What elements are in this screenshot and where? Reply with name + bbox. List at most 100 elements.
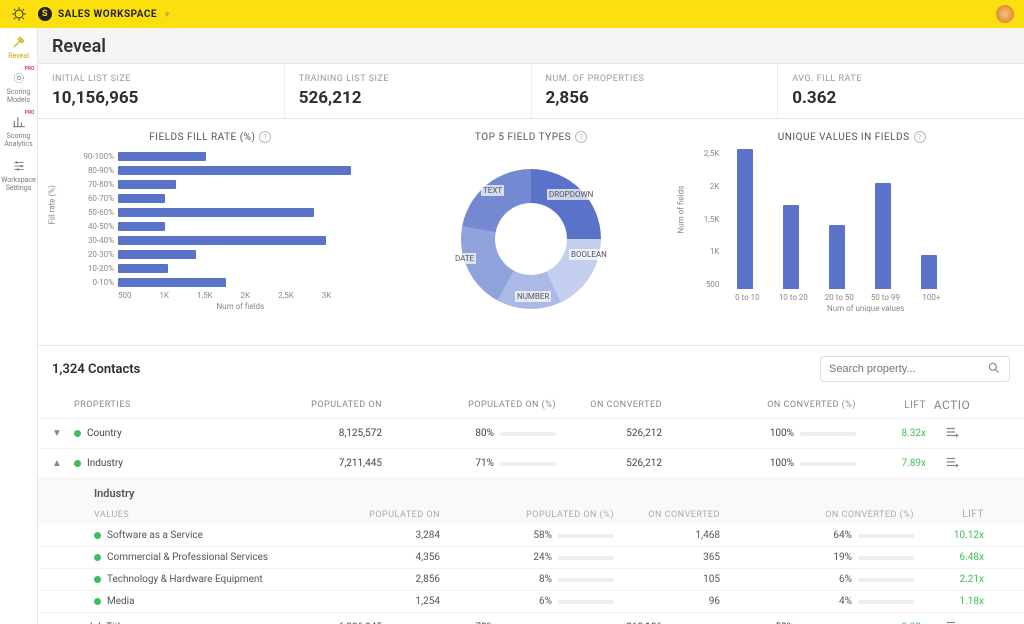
pct-cell: 24% (462, 552, 622, 563)
bar (118, 222, 165, 231)
bar (118, 250, 196, 259)
pct-cell: 100% (684, 428, 864, 439)
value-name: Technology & Hardware Equipment (94, 574, 332, 585)
nav-workspace-settings[interactable]: Workspace Settings (1, 158, 37, 192)
col-header: LIFT (922, 509, 984, 520)
lift-value: 2.21x (922, 574, 984, 585)
nav-label: Reveal (8, 52, 29, 60)
kpi-row: INITIAL LIST SIZE 10,156,965 TRAINING LI… (38, 63, 1024, 119)
y-tick-label: 1,5K (695, 215, 719, 224)
chart-title: FIELDS FILL RATE (%) (149, 132, 255, 143)
value-name: Software as a Service (94, 530, 332, 541)
bar (118, 152, 206, 161)
slice-label: BOOLEAN (569, 249, 609, 260)
chart-field-types: TOP 5 FIELD TYPES? TEXT DROPDOWN BOOLEAN… (371, 127, 692, 333)
bar (118, 194, 165, 203)
table-row[interactable]: ▼ Country 8,125,572 80% 526,212 100% 8.3… (38, 419, 1024, 449)
search-input-wrap[interactable] (820, 356, 1010, 382)
on-converted: 1,468 (622, 530, 742, 541)
row-action-icon[interactable] (926, 425, 978, 442)
nav-reveal[interactable]: Reveal (1, 34, 37, 60)
y-tick-label: 50-60% (66, 208, 114, 217)
help-icon[interactable]: ? (914, 131, 926, 143)
status-dot-icon (94, 532, 101, 539)
col-header: POPULATED ON (%) (462, 510, 622, 520)
charts-row: FIELDS FILL RATE (%)? Fill rate (%) 90-1… (38, 119, 1024, 346)
kpi-label: AVG. FILL RATE (792, 74, 1010, 84)
pro-badge: PRO (25, 66, 35, 72)
properties-table: 1,324 Contacts PROPERTIES POPULATED ON P… (38, 346, 1024, 624)
sub-table-row: Media 1,254 6% 96 4% 1.18x (38, 591, 1024, 613)
status-dot-icon (74, 430, 81, 437)
wand-icon (11, 34, 27, 50)
pct-cell: 19% (742, 552, 922, 563)
left-nav: Reveal PRO Scoring Models PRO Scoring An… (0, 28, 38, 624)
x-tick-label: 2,5K (278, 291, 294, 300)
status-dot-icon (94, 554, 101, 561)
main-content: Reveal INITIAL LIST SIZE 10,156,965 TRAI… (38, 28, 1024, 624)
pct-cell: 58% (462, 530, 622, 541)
kpi-label: TRAINING LIST SIZE (299, 74, 517, 84)
x-tick-label: 0 to 10 (727, 293, 767, 302)
search-icon (987, 361, 1001, 378)
y-tick-label: 500 (695, 280, 719, 289)
status-dot-icon (94, 576, 101, 583)
slice-label: NUMBER (515, 291, 551, 302)
target-icon (11, 70, 27, 86)
y-axis-label: Num of fields (677, 186, 686, 234)
kpi-training-list: TRAINING LIST SIZE 526,212 (285, 64, 532, 118)
pct-cell: 6% (462, 596, 622, 607)
y-tick-label: 80-90% (66, 166, 114, 175)
user-avatar[interactable] (996, 5, 1014, 23)
row-action-icon[interactable] (926, 455, 978, 472)
chevron-down-icon[interactable]: ▼ (52, 428, 74, 439)
bar (118, 180, 176, 189)
col-header: ON CONVERTED (%) (684, 400, 864, 410)
status-dot-icon (74, 460, 81, 467)
sub-table-row: Technology & Hardware Equipment 2,856 8%… (38, 569, 1024, 591)
on-converted: 526,212 (564, 428, 684, 439)
table-row[interactable]: ▲ Industry 7,211,445 71% 526,212 100% 7.… (38, 449, 1024, 479)
col-header: PROPERTIES (74, 400, 274, 410)
col-header: POPULATED ON (%) (404, 400, 564, 410)
app-logo-icon (10, 5, 28, 23)
bar (118, 264, 168, 273)
help-icon[interactable]: ? (259, 131, 271, 143)
populated-on: 3,284 (332, 530, 462, 541)
nav-scoring-analytics[interactable]: PRO Scoring Analytics (1, 114, 37, 148)
kpi-avg-fill: AVG. FILL RATE 0.362 (778, 64, 1024, 118)
nav-scoring-models[interactable]: PRO Scoring Models (1, 70, 37, 104)
pct-cell: 6% (742, 574, 922, 585)
y-tick-label: 20-30% (66, 250, 114, 259)
x-tick-label: 2K (241, 291, 251, 300)
x-tick-label: 1,5K (197, 291, 213, 300)
populated-on: 4,356 (332, 552, 462, 563)
topbar: S SALES WORKSPACE ▼ (0, 0, 1024, 28)
populated-on: 1,254 (332, 596, 462, 607)
chart-fill-rate: FIELDS FILL RATE (%)? Fill rate (%) 90-1… (50, 127, 371, 333)
search-input[interactable] (829, 363, 981, 375)
x-tick-label: 100+ (911, 293, 951, 302)
workspace-label: SALES WORKSPACE (58, 9, 157, 20)
x-tick-label: 1K (160, 291, 170, 300)
chevron-up-icon[interactable]: ▲ (52, 458, 74, 469)
y-tick-label: 90-100% (66, 152, 114, 161)
y-tick-label: 1K (695, 247, 719, 256)
pct-cell: 100% (684, 458, 864, 469)
pct-cell: 8% (462, 574, 622, 585)
bar (118, 166, 351, 175)
row-action-icon[interactable] (926, 619, 978, 624)
col-header: VALUES (94, 510, 332, 520)
col-header: ON CONVERTED (%) (742, 510, 922, 520)
help-icon[interactable]: ? (575, 131, 587, 143)
workspace-switcher[interactable]: S SALES WORKSPACE ▼ (38, 7, 171, 21)
populated-on: 2,856 (332, 574, 462, 585)
table-row[interactable]: ▼ Job Title 6,386,945 70% 263,106 50% 3.… (38, 613, 1024, 624)
bar (921, 255, 937, 289)
value-name: Commercial & Professional Services (94, 552, 332, 563)
on-converted: 365 (622, 552, 742, 563)
y-tick-label: 30-40% (66, 236, 114, 245)
chevron-down-icon: ▼ (163, 10, 171, 19)
x-tick-label: 500 (118, 291, 132, 300)
col-header: POPULATED ON (274, 400, 404, 410)
